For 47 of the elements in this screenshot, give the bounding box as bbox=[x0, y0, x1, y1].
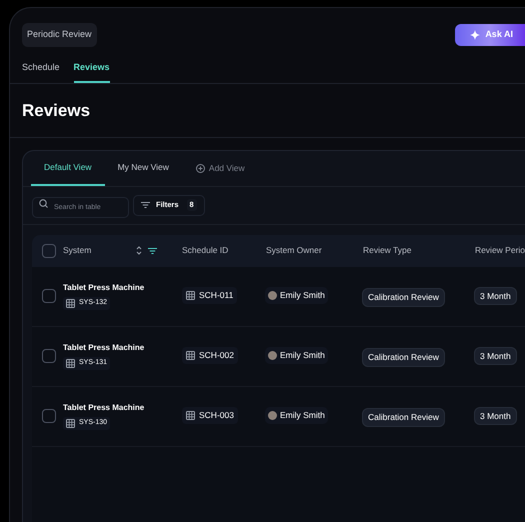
breadcrumb-chip[interactable]: Periodic Review bbox=[22, 23, 97, 46]
grid-icon bbox=[186, 411, 195, 420]
grid-icon bbox=[66, 419, 75, 428]
view-tab[interactable]: My New View bbox=[104, 150, 182, 186]
plus-circle-icon bbox=[196, 164, 205, 172]
grid-icon bbox=[66, 299, 75, 308]
system-name: Tablet Press Machine bbox=[63, 282, 146, 294]
sparkle-icon bbox=[470, 30, 480, 40]
tab[interactable]: Reviews bbox=[74, 60, 110, 83]
tab[interactable]: Schedule bbox=[22, 60, 60, 83]
page-title: Reviews bbox=[10, 98, 525, 138]
avatar bbox=[268, 291, 277, 300]
grid-icon bbox=[186, 351, 195, 360]
system-name: Tablet Press Machine bbox=[63, 402, 146, 414]
review-type-badge: Calibration Review bbox=[362, 408, 445, 427]
sort-icon bbox=[136, 246, 142, 255]
review-period-badge: 3 Month bbox=[474, 286, 517, 306]
schedule-id: SCH-003 bbox=[199, 409, 234, 422]
grid-icon bbox=[186, 291, 195, 300]
checkbox[interactable] bbox=[42, 409, 56, 423]
checkbox[interactable] bbox=[42, 349, 56, 363]
avatar bbox=[268, 411, 277, 420]
schedule-id: SCH-011 bbox=[199, 289, 234, 302]
review-type-badge: Calibration Review bbox=[362, 348, 445, 367]
review-type-badge: Calibration Review bbox=[362, 288, 445, 307]
review-period-badge: 3 Month bbox=[474, 406, 517, 426]
search-icon bbox=[39, 198, 48, 208]
checkbox[interactable] bbox=[42, 244, 56, 258]
view-tab[interactable]: Default View bbox=[31, 150, 105, 186]
filter-icon bbox=[148, 248, 157, 254]
review-period-badge: 3 Month bbox=[474, 346, 517, 366]
system-name: Tablet Press Machine bbox=[63, 342, 146, 354]
column-header: Schedule ID bbox=[182, 244, 230, 257]
owner-name: Emily Smith bbox=[280, 349, 325, 362]
ask-ai-button[interactable]: Ask AI bbox=[455, 24, 525, 46]
column-header: System Owner bbox=[266, 244, 323, 257]
owner-name: Emily Smith bbox=[280, 409, 325, 422]
avatar bbox=[268, 351, 277, 360]
schedule-id: SCH-002 bbox=[199, 349, 234, 362]
grid-icon bbox=[66, 359, 75, 368]
owner-name: Emily Smith bbox=[280, 289, 325, 302]
column-header: Review Type bbox=[362, 244, 412, 257]
checkbox[interactable] bbox=[42, 289, 56, 303]
column-header: System bbox=[63, 244, 92, 257]
filter-icon bbox=[141, 202, 150, 208]
add-view-button[interactable]: Add View bbox=[196, 162, 245, 174]
column-header: Review Perio bbox=[474, 244, 525, 257]
